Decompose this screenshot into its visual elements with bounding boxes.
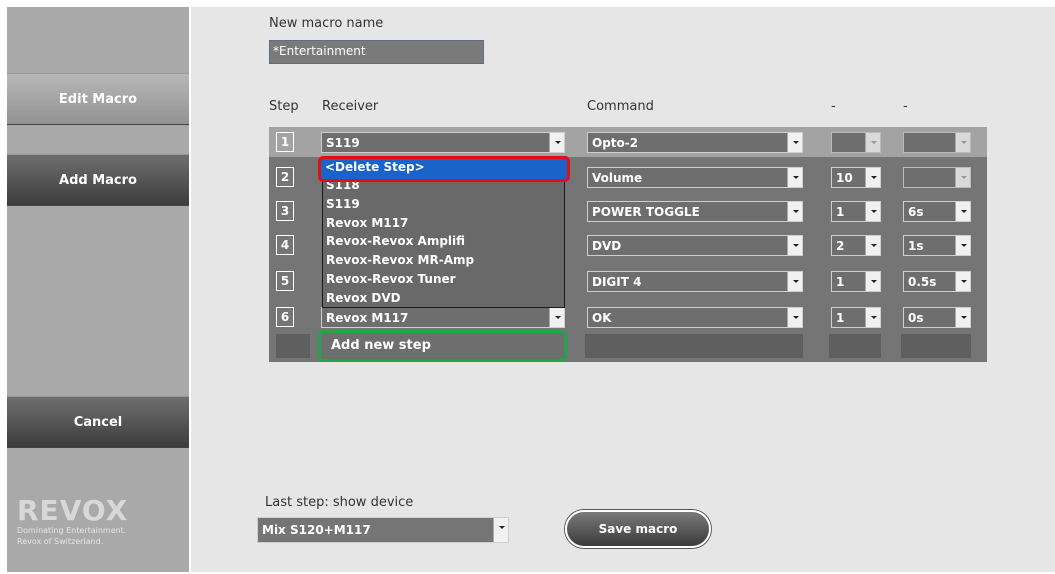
logo-tagline: Dominating Entertainment.	[17, 526, 127, 535]
chevron-down-icon[interactable]	[955, 236, 970, 255]
chevron-down-icon[interactable]	[865, 236, 880, 255]
param1-select[interactable]	[831, 132, 881, 153]
macro-name-input[interactable]: *Entertainment	[269, 40, 484, 64]
command-select[interactable]: OK	[587, 307, 803, 328]
new-step-param2-placeholder	[901, 334, 971, 358]
new-step-command-placeholder	[585, 334, 803, 358]
param1-select[interactable]: 2	[831, 235, 881, 256]
logo-wordmark: REVOX	[17, 494, 129, 527]
param1-value: 1	[836, 311, 845, 325]
param1-value: 10	[836, 171, 853, 185]
param1-select[interactable]: 1	[831, 201, 881, 222]
chevron-down-icon[interactable]	[787, 308, 802, 327]
revox-logo: REVOX Dominating Entertainment. Revox of…	[17, 497, 187, 547]
save-macro-button[interactable]: Save macro	[565, 510, 711, 548]
dropdown-item[interactable]: Revox-Revox Tuner	[326, 272, 456, 286]
chevron-down-icon[interactable]	[787, 272, 802, 291]
param1-value: 2	[836, 239, 845, 253]
last-step-label: Last step: show device	[265, 495, 414, 510]
chevron-down-icon[interactable]	[865, 308, 880, 327]
chevron-down-icon[interactable]	[549, 133, 564, 152]
step-number: 5	[276, 271, 294, 291]
chevron-down-icon[interactable]	[787, 236, 802, 255]
device-value: Mix S120+M117	[262, 523, 371, 537]
step-number: 4	[276, 235, 294, 255]
header-param2: -	[903, 99, 908, 114]
param1-value: 1	[836, 275, 845, 289]
chevron-down-icon[interactable]	[955, 202, 970, 221]
macro-name-label: New macro name	[269, 16, 384, 31]
chevron-down-icon[interactable]	[787, 133, 802, 152]
receiver-dropdown-list: S118 S119 Revox M117 Revox-Revox Amplifi…	[322, 165, 565, 308]
command-value: Volume	[592, 171, 643, 185]
command-value: DVD	[592, 239, 622, 253]
param1-select[interactable]: 10	[831, 167, 881, 188]
edit-macro-button[interactable]: Edit Macro	[7, 73, 189, 125]
param2-value: 0.5s	[908, 275, 937, 289]
chevron-down-icon[interactable]	[493, 518, 508, 542]
logo-tagline-sub: Revox of Switzerland.	[17, 537, 104, 546]
header-command: Command	[587, 99, 654, 114]
sidebar: Edit Macro Add Macro Cancel REVOX Domina…	[7, 7, 189, 572]
receiver-value: S119	[326, 136, 360, 150]
param2-value: 6s	[908, 205, 924, 219]
dropdown-item[interactable]: Revox-Revox Amplifi	[326, 234, 465, 248]
add-new-step-button[interactable]: Add new step	[318, 330, 567, 362]
param2-select[interactable]: 0s	[903, 307, 971, 328]
param2-value: 1s	[908, 239, 924, 253]
chevron-down-icon[interactable]	[955, 308, 970, 327]
param2-select[interactable]	[903, 132, 971, 153]
param2-select[interactable]: 0.5s	[903, 271, 971, 292]
macro-editor: New macro name *Entertainment Step Recei…	[191, 7, 1055, 572]
step-number: 3	[276, 201, 294, 221]
chevron-down-icon[interactable]	[955, 133, 970, 152]
command-select[interactable]: Volume	[587, 167, 803, 188]
step-number: 1	[276, 132, 294, 152]
chevron-down-icon[interactable]	[787, 202, 802, 221]
dropdown-item[interactable]: S119	[326, 197, 360, 211]
new-step-param1-placeholder	[829, 334, 881, 358]
command-value: DIGIT 4	[592, 275, 642, 289]
param2-select[interactable]	[903, 167, 971, 188]
param2-select[interactable]: 1s	[903, 235, 971, 256]
command-select[interactable]: Opto-2	[587, 132, 803, 153]
header-param1: -	[831, 99, 836, 114]
chevron-down-icon[interactable]	[549, 308, 564, 327]
chevron-down-icon[interactable]	[787, 168, 802, 187]
header-receiver: Receiver	[322, 99, 379, 114]
chevron-down-icon[interactable]	[865, 202, 880, 221]
command-value: OK	[592, 311, 612, 325]
command-select[interactable]: POWER TOGGLE	[587, 201, 803, 222]
chevron-down-icon[interactable]	[955, 168, 970, 187]
param1-select[interactable]: 1	[831, 271, 881, 292]
command-value: Opto-2	[592, 136, 639, 150]
command-select[interactable]: DVD	[587, 235, 803, 256]
command-value: POWER TOGGLE	[592, 205, 700, 219]
dropdown-item[interactable]: Revox-Revox MR-Amp	[326, 253, 474, 267]
chevron-down-icon[interactable]	[865, 272, 880, 291]
delete-step-option[interactable]: <Delete Step>	[318, 156, 570, 182]
last-step-device-select[interactable]: Mix S120+M117	[257, 517, 509, 543]
param1-select[interactable]: 1	[831, 307, 881, 328]
chevron-down-icon[interactable]	[865, 133, 880, 152]
receiver-select[interactable]: S119	[321, 132, 565, 153]
new-step-number-placeholder	[276, 334, 310, 358]
header-step: Step	[269, 99, 299, 114]
chevron-down-icon[interactable]	[865, 168, 880, 187]
dropdown-item[interactable]: Revox M117	[326, 216, 408, 230]
chevron-down-icon[interactable]	[955, 272, 970, 291]
step-number: 2	[276, 167, 294, 187]
command-select[interactable]: DIGIT 4	[587, 271, 803, 292]
step-number: 6	[276, 307, 294, 327]
add-macro-button[interactable]: Add Macro	[7, 154, 189, 206]
param2-value: 0s	[908, 311, 924, 325]
dropdown-item[interactable]: Revox DVD	[326, 291, 401, 305]
param2-select[interactable]: 6s	[903, 201, 971, 222]
param1-value: 1	[836, 205, 845, 219]
receiver-value: Revox M117	[326, 311, 409, 325]
cancel-button[interactable]: Cancel	[7, 396, 189, 448]
receiver-select[interactable]: Revox M117	[321, 307, 565, 328]
